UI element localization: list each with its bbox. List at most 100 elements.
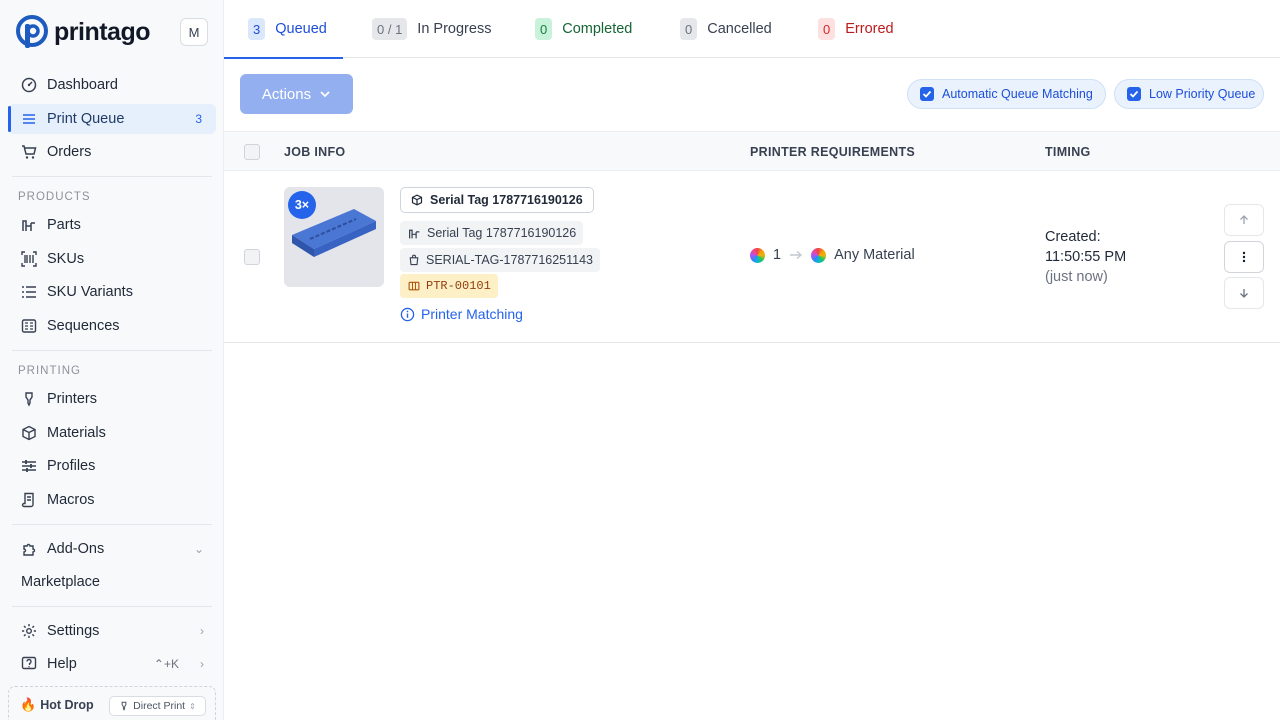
sidebar-item-profiles[interactable]: Profiles: [8, 451, 216, 481]
parts-icon: [409, 229, 420, 238]
select-all-checkbox[interactable]: [244, 144, 260, 160]
direct-print-select[interactable]: Direct Print ⇕: [109, 696, 206, 716]
tab-cancelled[interactable]: 0 Cancelled: [680, 0, 772, 58]
sidebar-item-settings[interactable]: Settings ›: [8, 616, 216, 646]
sidebar-item-label: Add-Ons: [47, 541, 105, 557]
sidebar-item-orders[interactable]: Orders: [8, 137, 216, 167]
sidebar-item-label: Settings: [47, 623, 100, 639]
puzzle-icon: [23, 543, 36, 556]
tab-queued[interactable]: 3 Queued: [224, 0, 343, 59]
sliders-icon: [22, 460, 36, 472]
help-icon: [21, 656, 37, 670]
color-wheel-icon: [750, 247, 765, 263]
chevron-down-icon: ⌄: [193, 542, 204, 556]
tab-in-progress[interactable]: 0 / 1 In Progress: [372, 0, 491, 58]
column-header-job-info[interactable]: JOB INFO: [284, 145, 345, 159]
sidebar-item-print-queue[interactable]: Print Queue 3: [8, 104, 216, 134]
move-up-button[interactable]: [1224, 204, 1264, 236]
printer-matching-label: Printer Matching: [421, 306, 523, 322]
check-icon: [1129, 90, 1139, 98]
sidebar-divider: [12, 524, 212, 525]
row-menu-button[interactable]: [1224, 241, 1264, 273]
created-relative: (just now): [1045, 269, 1108, 285]
section-label-printing: PRINTING: [18, 365, 81, 377]
sidebar-item-macros[interactable]: Macros: [8, 485, 216, 515]
sidebar-item-parts[interactable]: Parts: [8, 210, 216, 240]
bag-icon: [409, 254, 419, 266]
low-priority-queue-checkbox[interactable]: [1127, 87, 1141, 101]
printago-logo[interactable]: printago: [16, 15, 151, 49]
box-icon: [22, 425, 36, 441]
barcode-icon: [21, 251, 37, 267]
queue-count-badge: 3: [195, 112, 202, 126]
tab-count-badge: 0: [535, 18, 553, 40]
timing-info: Created: 11:50:55 PM (just now): [1045, 227, 1126, 287]
sidebar-item-label: Printers: [47, 391, 97, 407]
row-select-checkbox[interactable]: [244, 249, 260, 265]
table-row[interactable]: 3× Serial Tag 1787716190126 Serial Tag 1…: [224, 171, 1280, 343]
sidebar-item-sequences[interactable]: Sequences: [8, 311, 216, 341]
low-priority-queue-label: Low Priority Queue: [1149, 87, 1256, 101]
sidebar-item-materials[interactable]: Materials: [8, 418, 216, 448]
sidebar: printago M Dashboard Print Queue 3 Order…: [0, 0, 224, 720]
section-label-products: PRODUCTS: [18, 191, 91, 203]
sidebar-item-label: Profiles: [47, 458, 96, 474]
order-code-chip[interactable]: PTR-00101: [400, 274, 498, 298]
low-priority-queue-toggle[interactable]: Low Priority Queue: [1114, 79, 1264, 109]
column-header-printer-requirements[interactable]: PRINTER REQUIREMENTS: [750, 145, 915, 159]
user-avatar[interactable]: M: [180, 18, 208, 46]
sidebar-item-dashboard[interactable]: Dashboard: [8, 70, 216, 100]
actions-dropdown-button[interactable]: Actions: [240, 74, 353, 114]
cart-icon: [22, 145, 37, 159]
printer-nozzle-icon: [121, 701, 127, 711]
column-header-timing[interactable]: TIMING: [1045, 145, 1091, 159]
chevron-right-icon: ›: [200, 624, 204, 638]
arrow-down-icon: [1240, 289, 1248, 298]
part-chip[interactable]: Serial Tag 1787716190126: [400, 221, 584, 245]
tab-label: Queued: [275, 21, 327, 37]
printer-nozzle-icon: [25, 392, 33, 407]
sidebar-divider: [12, 350, 212, 351]
sidebar-item-label: Marketplace: [21, 574, 100, 590]
dashboard-icon: [21, 77, 37, 93]
job-title-button[interactable]: Serial Tag 1787716190126: [400, 187, 594, 213]
sidebar-item-help[interactable]: Help ⌃+K ›: [8, 649, 216, 679]
sidebar-item-label: SKUs: [47, 251, 85, 267]
material-requirement: Any Material: [834, 247, 915, 263]
sidebar-item-label: SKU Variants: [47, 284, 133, 300]
tab-label: Errored: [845, 21, 894, 37]
automatic-queue-matching-checkbox[interactable]: [920, 87, 934, 101]
automatic-queue-matching-toggle[interactable]: Automatic Queue Matching: [907, 79, 1106, 109]
sku-chip[interactable]: SERIAL-TAG-1787716251143: [400, 248, 601, 272]
arrow-up-icon: [1240, 215, 1248, 224]
sidebar-item-add-ons[interactable]: Add-Ons ⌄: [8, 534, 216, 564]
hot-drop-panel[interactable]: 🔥 Hot Drop Direct Print ⇕: [8, 686, 216, 720]
sidebar-item-marketplace[interactable]: Marketplace: [8, 567, 216, 597]
table-header: JOB INFO PRINTER REQUIREMENTS TIMING: [224, 131, 1280, 171]
sidebar-item-label: Help: [47, 656, 77, 672]
hot-drop-label: 🔥 Hot Drop: [20, 697, 94, 713]
move-down-button[interactable]: [1224, 277, 1264, 309]
sidebar-item-skus[interactable]: SKUs: [8, 244, 216, 274]
help-shortcut: ⌃+K: [153, 657, 179, 671]
check-icon: [922, 90, 932, 98]
tab-label: Completed: [562, 21, 633, 37]
sidebar-item-label: Macros: [47, 492, 95, 508]
list-icon: [22, 286, 36, 298]
chevron-updown-icon: ⇕: [189, 701, 196, 711]
tab-errored[interactable]: 0 Errored: [818, 0, 894, 58]
package-icon: [408, 281, 420, 291]
box-icon: [411, 194, 423, 206]
info-icon: [400, 307, 415, 321]
tab-label: In Progress: [417, 21, 492, 37]
sku-code: SERIAL-TAG-1787716251143: [426, 253, 594, 267]
sidebar-item-printers[interactable]: Printers: [8, 384, 216, 414]
sidebar-item-label: Orders: [47, 144, 92, 160]
tab-label: Cancelled: [707, 21, 772, 37]
printer-matching-link[interactable]: Printer Matching: [400, 306, 523, 322]
tab-completed[interactable]: 0 Completed: [535, 0, 632, 58]
direct-print-label: Direct Print: [133, 700, 186, 712]
chevron-right-icon: ›: [200, 657, 204, 671]
sidebar-item-sku-variants[interactable]: SKU Variants: [8, 277, 216, 307]
created-time: 11:50:55 PM: [1045, 249, 1127, 265]
